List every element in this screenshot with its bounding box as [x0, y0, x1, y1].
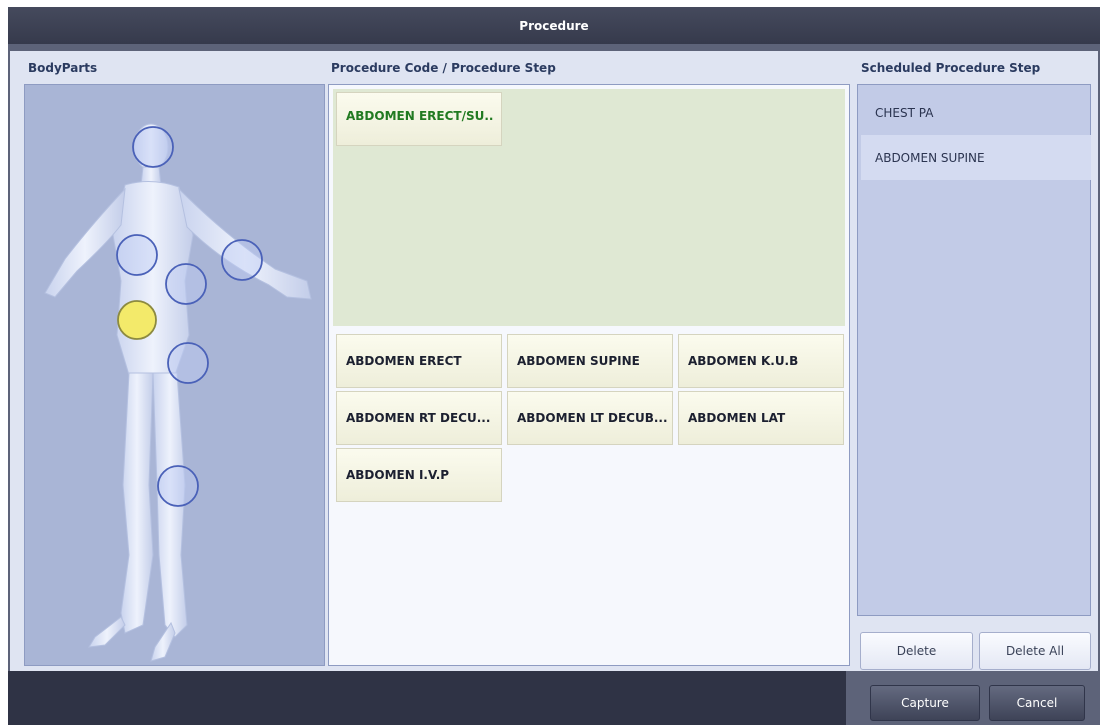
procedure-code-area: ABDOMEN ERECT/SU.. — [333, 89, 845, 326]
region-abdomen[interactable] — [117, 300, 157, 340]
procedure-code-label: Procedure Code / Procedure Step — [331, 61, 556, 75]
delete-button[interactable]: Delete — [860, 632, 973, 670]
region-head[interactable] — [132, 126, 174, 168]
region-pelvis[interactable] — [167, 342, 209, 384]
capture-button[interactable]: Capture — [870, 685, 980, 721]
body-parts-label: BodyParts — [28, 61, 98, 75]
region-left-chest[interactable] — [165, 263, 207, 305]
scheduled-step-list: CHEST PA ABDOMEN SUPINE — [857, 84, 1091, 616]
procedure-code-panel: ABDOMEN ERECT/SU.. ABDOMEN ERECT ABDOMEN… — [328, 84, 850, 666]
dialog-titlebar: Procedure — [8, 7, 1100, 44]
dialog-content: BodyParts Procedure Code / Procedure Ste… — [10, 51, 1098, 671]
procedure-step-button[interactable]: ABDOMEN K.U.B — [678, 334, 844, 388]
scheduled-step-label: ABDOMEN SUPINE — [875, 150, 985, 165]
body-figure — [44, 123, 312, 662]
procedure-dialog: Procedure BodyParts Procedure Code / Pro… — [8, 7, 1100, 725]
procedure-step-button[interactable]: ABDOMEN SUPINE — [507, 334, 673, 388]
region-right-chest[interactable] — [116, 234, 158, 276]
procedure-step-button[interactable]: ABDOMEN LAT — [678, 391, 844, 445]
delete-all-button[interactable]: Delete All — [979, 632, 1091, 670]
procedure-step-button[interactable]: ABDOMEN ERECT — [336, 334, 502, 388]
procedure-step-button[interactable]: ABDOMEN I.V.P — [336, 448, 502, 502]
region-left-arm[interactable] — [221, 239, 263, 281]
scheduled-step-item[interactable]: ABDOMEN SUPINE — [861, 135, 1091, 180]
body-parts-panel — [24, 84, 325, 666]
dialog-title: Procedure — [519, 18, 589, 33]
human-silhouette — [44, 123, 312, 662]
procedure-code-selected[interactable]: ABDOMEN ERECT/SU.. — [336, 92, 502, 146]
procedure-step-button[interactable]: ABDOMEN RT DECU... — [336, 391, 502, 445]
region-knee[interactable] — [157, 465, 199, 507]
cancel-button[interactable]: Cancel — [989, 685, 1085, 721]
scheduled-step-label: Scheduled Procedure Step — [861, 61, 1041, 75]
footer-bar — [8, 671, 846, 725]
scheduled-step-label: CHEST PA — [875, 105, 934, 120]
procedure-step-button[interactable]: ABDOMEN LT DECUB... — [507, 391, 673, 445]
scheduled-step-item[interactable]: CHEST PA — [861, 90, 1091, 135]
